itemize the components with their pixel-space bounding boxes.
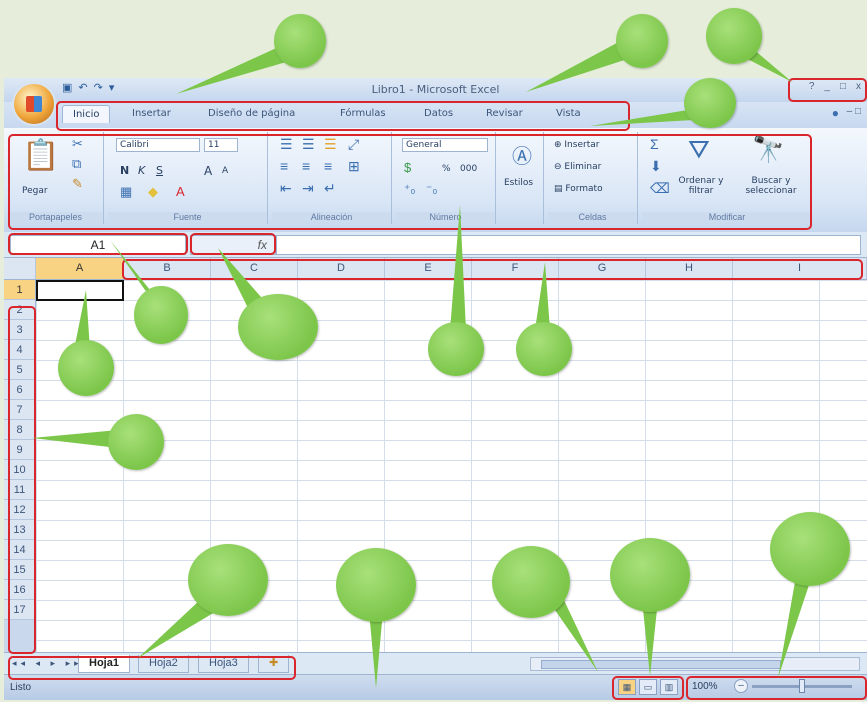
callout-bubble — [108, 414, 164, 470]
callout-bubble — [134, 286, 188, 344]
callout-bubble — [274, 14, 326, 68]
callout-bubble — [610, 538, 690, 612]
callout-bubble — [336, 548, 416, 622]
callout-pointer — [778, 576, 812, 678]
callout-bubble — [516, 322, 572, 376]
callout-pointer — [450, 205, 466, 330]
callout-pointer — [32, 430, 118, 448]
callout-bubble — [684, 78, 736, 128]
office-button[interactable] — [12, 82, 56, 126]
callout-bubble — [706, 8, 762, 64]
callout-pointer — [590, 110, 694, 126]
office-logo-icon — [26, 96, 42, 112]
callout-bubble — [616, 14, 668, 68]
callout-bubble — [188, 544, 268, 616]
callout-pointer — [535, 262, 550, 330]
callout-bubble — [770, 512, 850, 586]
callout-bubble — [58, 340, 114, 396]
callout-bubble — [428, 322, 484, 376]
callout-bubble — [238, 294, 318, 360]
callout-bubble — [492, 546, 570, 618]
